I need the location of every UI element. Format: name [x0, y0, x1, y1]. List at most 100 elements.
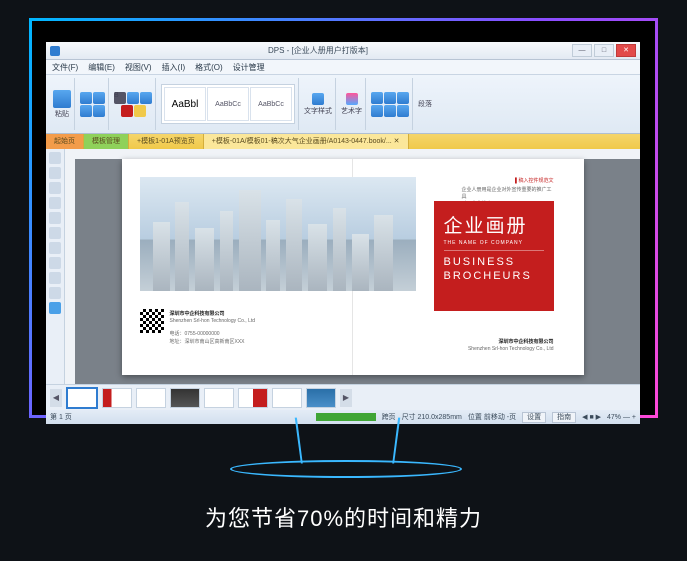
status-dims: 尺寸 210.0x285mm [402, 412, 462, 422]
style-preset-2[interactable]: AaBbCc [207, 87, 249, 121]
tool-text-icon[interactable] [49, 167, 61, 179]
cover-red-block: 企业画册 THE NAME OF COMPANY BUSINESS BROCHE… [434, 201, 554, 311]
page-spread[interactable]: 深圳市中企科技有限公司 Shenzhen Srl-hon Technology … [122, 159, 584, 375]
marketing-caption: 为您节省70%的时间和精力 [0, 501, 687, 533]
align-left-icon[interactable] [371, 92, 383, 104]
workspace: 深圳市中企科技有限公司 Shenzhen Srl-hon Technology … [46, 149, 640, 384]
ruler-vertical [65, 149, 75, 384]
highlight-icon[interactable] [134, 105, 146, 117]
ribbon-group-align [368, 78, 413, 130]
company-name-left: 深圳市中企科技有限公司 [170, 310, 225, 317]
undo-icon[interactable] [80, 105, 92, 117]
menu-file[interactable]: 文件(F) [52, 62, 78, 73]
paste-icon[interactable] [53, 90, 71, 108]
ribbon-group-wordart: 艺术字 [338, 78, 366, 130]
list-icon[interactable] [371, 105, 383, 117]
monitor-base [230, 460, 462, 478]
tab-document[interactable]: +模板-01A/模板01-稿次大气企业画册/A0143-0447.book/..… [204, 134, 409, 149]
tab-start[interactable]: 起始页 [46, 134, 84, 149]
align-right-icon[interactable] [397, 92, 409, 104]
tab-preview[interactable]: +模板1-01A预览页 [129, 134, 204, 149]
italic-icon[interactable] [127, 92, 139, 104]
redo-icon[interactable] [93, 105, 105, 117]
menu-format[interactable]: 格式(O) [195, 62, 223, 73]
wordart-icon[interactable] [346, 93, 358, 105]
tool-line-icon[interactable] [49, 212, 61, 224]
ruler-horizontal [65, 149, 640, 159]
tool-table-icon[interactable] [49, 227, 61, 239]
thumb-next-button[interactable]: ▶ [340, 389, 352, 407]
monitor-frame: DPS - [企业人册用户打版本] — □ ✕ 文件(F) 编辑(E) 视图(V… [29, 18, 658, 418]
ribbon-group-styles: AaBbl AaBbCc AaBbCc [158, 78, 299, 130]
thumb-1[interactable] [66, 387, 98, 409]
tool-select-icon[interactable] [49, 152, 61, 164]
menu-design[interactable]: 设计管理 [233, 62, 265, 73]
thumbnail-strip: ◀ ▶ [46, 384, 640, 410]
minimize-button[interactable]: — [572, 44, 592, 57]
status-settings-button[interactable]: 设置 [522, 412, 546, 423]
menu-edit[interactable]: 编辑(E) [88, 62, 115, 73]
cover-title-cn: 企业画册 [444, 211, 544, 238]
tool-zoom-icon[interactable] [49, 242, 61, 254]
close-button[interactable]: ✕ [616, 44, 636, 57]
cover-en-1: BUSINESS [444, 255, 544, 269]
menu-bar: 文件(F) 编辑(E) 视图(V) 插入(I) 格式(O) 设计管理 [46, 60, 640, 75]
tool-hand-icon[interactable] [49, 257, 61, 269]
ribbon-group-font: B [111, 78, 156, 130]
bold-icon[interactable]: B [114, 92, 126, 104]
thumb-6[interactable] [238, 388, 268, 408]
tool-shape-icon[interactable] [49, 197, 61, 209]
indent-icon[interactable] [384, 105, 396, 117]
thumb-5[interactable] [204, 388, 234, 408]
menu-insert[interactable]: 插入(I) [162, 62, 186, 73]
company-addr: 地址：深圳市南山区高新南区XXX [170, 338, 245, 345]
page-marker: ▌稿入控件规范文 [515, 177, 554, 184]
cover-en-2: BROCHEURS [444, 269, 544, 283]
thumb-2[interactable] [102, 388, 132, 408]
underline-icon[interactable] [140, 92, 152, 104]
company-name-right: 深圳市中企科技有限公司 [498, 338, 553, 345]
spacing-icon[interactable] [397, 105, 409, 117]
thumb-3[interactable] [136, 388, 166, 408]
paste-label: 粘贴 [55, 109, 69, 119]
ribbon-toolbar: 粘贴 B AaBbl AaBbCc AaBbCc 文字样式 [46, 75, 640, 134]
canvas-area[interactable]: 深圳市中企科技有限公司 Shenzhen Srl-hon Technology … [65, 149, 640, 384]
text-style-icon[interactable] [312, 93, 324, 105]
tool-color-icon[interactable] [49, 287, 61, 299]
para-label: 段落 [418, 99, 432, 109]
status-guide-button[interactable]: 指南 [552, 412, 576, 423]
style-preset-3[interactable]: AaBbCc [250, 87, 292, 121]
menu-view[interactable]: 视图(V) [125, 62, 152, 73]
style-preset-1[interactable]: AaBbl [164, 87, 206, 121]
maximize-button[interactable]: □ [594, 44, 614, 57]
thumb-prev-button[interactable]: ◀ [50, 389, 62, 407]
document-tabs: 起始页 模板管理 +模板1-01A预览页 +模板-01A/模板01-稿次大气企业… [46, 134, 640, 149]
tool-crop-icon[interactable] [49, 272, 61, 284]
screen: DPS - [企业人册用户打版本] — □ ✕ 文件(F) 编辑(E) 视图(V… [46, 42, 640, 399]
company-tel: 电话：0755-00000000 [170, 330, 220, 337]
tool-image-icon[interactable] [49, 182, 61, 194]
ribbon-group-para: 段落 [415, 78, 435, 130]
city-photo [140, 177, 416, 291]
title-bar: DPS - [企业人册用户打版本] — □ ✕ [46, 42, 640, 60]
tab-templates[interactable]: 模板管理 [84, 134, 129, 149]
ribbon-group-text: 文字样式 [301, 78, 336, 130]
company-en-left: Shenzhen Srl-hon Technology Co., Ltd [170, 318, 256, 324]
align-center-icon[interactable] [384, 92, 396, 104]
status-zoom[interactable]: 47% — + [607, 414, 636, 421]
monitor-neck [295, 418, 401, 464]
copy-icon[interactable] [93, 92, 105, 104]
text-style-label: 文字样式 [304, 106, 332, 116]
thumb-7[interactable] [272, 388, 302, 408]
ribbon-group-paste: 粘贴 [50, 78, 75, 130]
font-color-icon[interactable] [121, 105, 133, 117]
app-icon [50, 46, 60, 56]
cover-subtitle: THE NAME OF COMPANY [444, 240, 544, 246]
status-page: 第 1 页 [50, 412, 72, 422]
cut-icon[interactable] [80, 92, 92, 104]
status-view-icons[interactable]: ◀ ■ ▶ [582, 413, 601, 421]
thumb-4[interactable] [170, 388, 200, 408]
thumb-8[interactable] [306, 388, 336, 408]
tool-star-icon[interactable] [49, 302, 61, 314]
status-pos: 位置 前移动 -页 [468, 412, 516, 422]
